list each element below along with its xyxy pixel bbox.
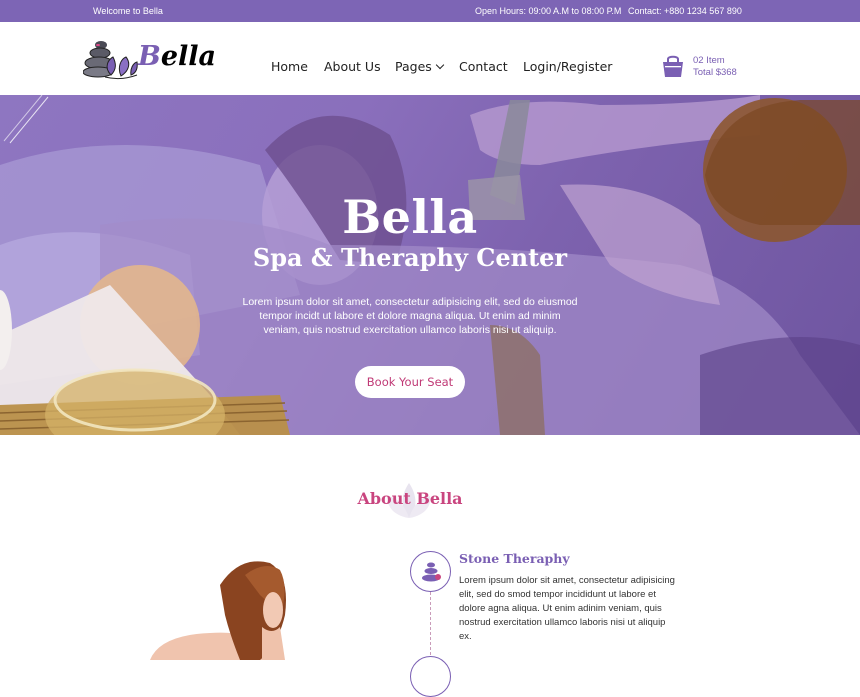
- nav-about-us[interactable]: About Us: [324, 59, 381, 74]
- cart-item-count[interactable]: 02 Item: [693, 55, 725, 66]
- logo-rest: ella: [160, 41, 217, 72]
- logo-text: Bella: [138, 41, 216, 72]
- logo-letter-b: B: [138, 41, 161, 72]
- open-hours-text: Open Hours: 09:00 A.M to 08:00 P.M: [475, 6, 622, 16]
- cart-total[interactable]: Total $368: [693, 67, 737, 78]
- stone-therapy-icon-ring: [410, 551, 451, 592]
- next-feature-icon-ring: [410, 656, 451, 697]
- site-header: Bella Home About Us Pages Contact Login/…: [0, 22, 860, 95]
- nav-contact[interactable]: Contact: [459, 59, 508, 74]
- nav-login-register[interactable]: Login/Register: [523, 59, 612, 74]
- shopping-bag-icon[interactable]: [661, 54, 685, 78]
- chevron-down-icon: [435, 60, 445, 70]
- nav-home[interactable]: Home: [271, 59, 308, 74]
- decorative-lines-icon: [3, 95, 49, 144]
- about-section-title: About Bella: [357, 489, 463, 508]
- nav-pages[interactable]: Pages: [395, 59, 445, 74]
- stone-stack-icon: [422, 562, 441, 582]
- top-bar: Welcome to Bella Open Hours: 09:00 A.M t…: [0, 0, 860, 22]
- contact-text[interactable]: Contact: +880 1234 567 890: [628, 6, 742, 16]
- logo[interactable]: Bella: [82, 37, 216, 81]
- hero-description: Lorem ipsum dolor sit amet, consectetur …: [242, 296, 578, 336]
- hero-banner: Bella Spa & Theraphy Center Lorem ipsum …: [0, 95, 860, 435]
- welcome-text: Welcome to Bella: [93, 6, 163, 16]
- nav-pages-label: Pages: [395, 59, 432, 74]
- spa-woman-image: [150, 561, 286, 660]
- lotus-stones-icon: [82, 41, 138, 80]
- hero-subtitle: Spa & Theraphy Center: [252, 243, 568, 272]
- feature-description: Lorem ipsum dolor sit amet, consectetur …: [459, 575, 675, 642]
- book-your-seat-button[interactable]: Book Your Seat: [355, 366, 465, 398]
- timeline-line: [430, 592, 431, 660]
- feature-title: Stone Theraphy: [459, 551, 570, 566]
- hero-title: Bella: [342, 190, 478, 244]
